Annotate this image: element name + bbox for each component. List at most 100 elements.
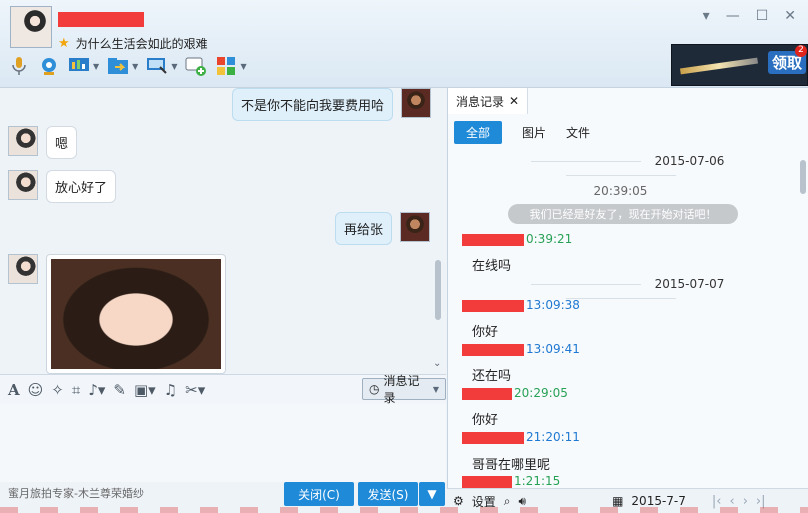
- footer-ad-text[interactable]: 蜜月旅拍专家-木兰尊荣婚纱: [8, 485, 144, 501]
- screen-share-button[interactable]: ▼: [68, 55, 99, 77]
- invite-button[interactable]: [185, 55, 207, 77]
- contact-avatar-small[interactable]: [8, 126, 38, 156]
- sender-redacted: [462, 475, 512, 488]
- filter-all[interactable]: 全部: [454, 121, 503, 144]
- main-toolbar: ▼ ▼ ▼ ▼: [8, 55, 247, 77]
- message-row: 再给张: [335, 212, 431, 245]
- star-icon: ★: [58, 36, 70, 51]
- history-entry-header: 20:29:05: [462, 386, 568, 400]
- contact-name-redacted: [58, 12, 144, 27]
- music-icon[interactable]: ♫: [164, 381, 177, 399]
- screenshot-icon[interactable]: ⌗: [72, 381, 80, 399]
- camera-icon: [38, 55, 60, 77]
- video-call-button[interactable]: [38, 55, 60, 77]
- top-edge-text: [65, 0, 195, 5]
- chevron-down-icon[interactable]: ▼: [93, 62, 99, 71]
- message-bubble[interactable]: 放心好了: [46, 170, 117, 203]
- dropdown-icon[interactable]: ▾: [703, 8, 710, 24]
- history-entry-text: 你好: [472, 325, 499, 340]
- chevron-down-icon[interactable]: ▼: [240, 62, 246, 71]
- edit-icon[interactable]: ✎: [113, 381, 126, 399]
- chevron-down-icon: ▼: [427, 487, 437, 501]
- entry-time: 13:09:41: [526, 342, 580, 356]
- remote-desktop-button[interactable]: ▼: [146, 55, 177, 77]
- file-transfer-button[interactable]: ▼: [107, 55, 138, 77]
- magic-icon[interactable]: ✧: [51, 381, 64, 399]
- entry-time: 21:20:11: [526, 430, 580, 444]
- chat-messages[interactable]: 不是你不能向我要费用哈 嗯 放心好了 再给张 ⌄: [0, 88, 446, 374]
- contact-avatar-small[interactable]: [8, 170, 38, 200]
- history-entry-text: 你好: [472, 413, 499, 428]
- sender-redacted: [462, 387, 512, 400]
- history-entry-text: 哥哥在哪里呢: [472, 458, 551, 473]
- chevron-down-icon[interactable]: ▼: [132, 62, 138, 71]
- signature-text: 为什么生活会如此的艰难: [75, 37, 208, 51]
- file-transfer-icon: [107, 55, 129, 77]
- chevron-down-icon[interactable]: ▼: [171, 62, 177, 71]
- tab-message-history[interactable]: 消息记录 ✕: [448, 88, 528, 114]
- image-icon[interactable]: ▣▾: [134, 381, 156, 399]
- sender-redacted: [462, 233, 524, 246]
- message-input[interactable]: [0, 404, 446, 482]
- send-options-button[interactable]: ▼: [419, 482, 445, 506]
- message-row: 不是你不能向我要费用哈: [232, 88, 432, 121]
- remote-desktop-icon: [146, 55, 168, 77]
- invite-icon: [185, 55, 207, 77]
- apps-icon: [215, 55, 237, 77]
- my-avatar[interactable]: [401, 88, 432, 118]
- contact-avatar-small[interactable]: [8, 254, 38, 284]
- font-icon[interactable]: A: [8, 381, 20, 399]
- photo-image: [51, 259, 221, 369]
- window-controls: ▾ — ☐ ✕: [703, 8, 796, 24]
- history-filters: 全部 图片 文件: [454, 121, 590, 144]
- send-button[interactable]: 发送(S): [358, 482, 418, 506]
- contact-signature: ★ 为什么生活会如此的艰难: [58, 35, 208, 52]
- minimize-icon[interactable]: —: [726, 8, 740, 24]
- close-window-icon[interactable]: ✕: [784, 8, 796, 24]
- sender-redacted: [462, 299, 524, 312]
- voice-call-button[interactable]: [8, 55, 30, 77]
- message-bubble[interactable]: 不是你不能向我要费用哈: [232, 88, 394, 121]
- history-entry-header: 13:09:41: [462, 342, 580, 356]
- tab-label: 消息记录: [456, 94, 505, 109]
- history-entry-header: 13:09:38: [462, 298, 580, 312]
- notification-badge: 2: [795, 45, 807, 57]
- voice-message-icon[interactable]: ♪▾: [88, 381, 105, 399]
- mic-icon: [8, 55, 30, 77]
- scissors-icon[interactable]: ✂▾: [185, 381, 205, 399]
- promo-banner[interactable]: 领取 2: [671, 44, 808, 86]
- maximize-icon[interactable]: ☐: [756, 8, 769, 24]
- message-row: 放心好了: [8, 170, 117, 203]
- system-message: 我们已经是好友了，现在开始对话吧！: [508, 204, 738, 224]
- system-time: 20:39:05: [593, 184, 648, 198]
- message-history-button[interactable]: ◷ 消息记录 ▼: [362, 374, 446, 405]
- gear-icon[interactable]: ⚙: [453, 494, 464, 508]
- date-divider: 2015-07-06: [448, 154, 793, 182]
- history-date[interactable]: 2015-7-7: [631, 494, 685, 508]
- sender-redacted: [462, 343, 524, 356]
- apps-button[interactable]: ▼: [215, 55, 247, 77]
- calendar-icon[interactable]: ▦: [612, 494, 623, 508]
- history-entry-header: 21:20:11: [462, 430, 580, 444]
- screen-share-icon: [68, 55, 90, 77]
- scroll-down-icon[interactable]: ⌄: [433, 358, 441, 369]
- filter-files[interactable]: 文件: [566, 124, 590, 141]
- history-entry-text: 在线吗: [472, 259, 512, 274]
- photo-message[interactable]: [46, 254, 226, 374]
- close-tab-icon[interactable]: ✕: [509, 94, 519, 108]
- entry-time: 1:21:15: [514, 474, 561, 488]
- message-bubble[interactable]: 再给张: [335, 212, 393, 245]
- history-scrollbar[interactable]: [800, 160, 806, 194]
- message-history-panel: 消息记录 ✕ 全部 图片 文件 2015-07-06 20:39:05 我们已经…: [447, 88, 808, 488]
- chevron-down-icon: ▼: [432, 384, 439, 394]
- close-button[interactable]: 关闭(C): [284, 482, 354, 506]
- knife-image: [679, 57, 759, 75]
- my-avatar[interactable]: [400, 212, 431, 242]
- contact-avatar[interactable]: [10, 6, 52, 48]
- chat-scrollbar[interactable]: [435, 260, 441, 320]
- message-bubble[interactable]: 嗯: [46, 126, 78, 159]
- emoji-icon[interactable]: ☺: [28, 381, 44, 399]
- entry-time: 0:39:21: [526, 232, 573, 246]
- history-entry-header: 0:39:21: [462, 232, 572, 246]
- filter-images[interactable]: 图片: [522, 124, 546, 141]
